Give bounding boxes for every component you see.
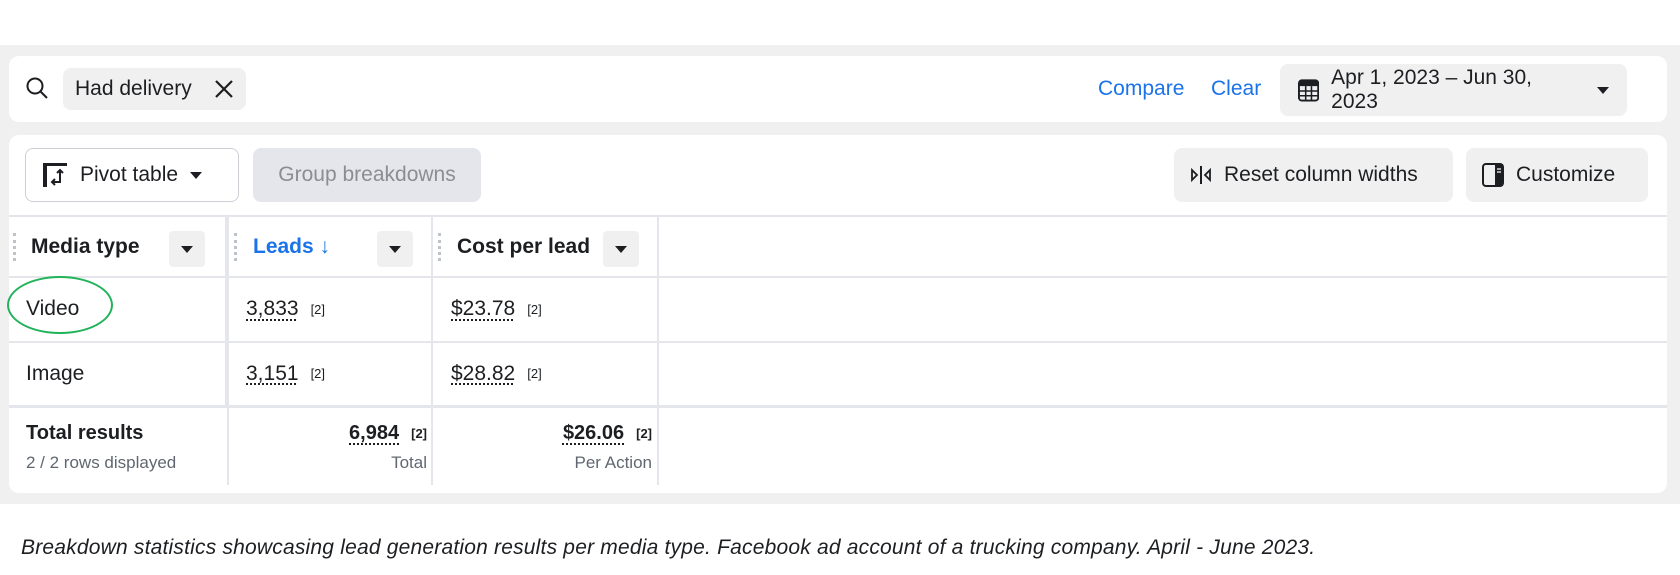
row-image-leads: 3,151 [2] — [246, 342, 325, 405]
clear-link[interactable]: Clear — [1211, 77, 1261, 101]
leads-value[interactable]: 3,151 — [246, 362, 299, 386]
total-leads-value[interactable]: 6,984 — [349, 422, 399, 445]
compare-link[interactable]: Compare — [1098, 77, 1184, 101]
total-leads-sub: Total — [391, 453, 427, 472]
footnote[interactable]: [2] — [411, 426, 427, 441]
search-icon[interactable] — [25, 76, 49, 100]
filter-bar: Had delivery Compare Clear Apr 1, 2023 –… — [9, 56, 1667, 122]
customize-button[interactable]: Customize — [1466, 148, 1648, 202]
row-video-cpl: $23.78 [2] — [451, 277, 542, 341]
column-divider — [431, 215, 433, 485]
chevron-down-icon — [181, 245, 193, 253]
chevron-down-icon — [389, 245, 401, 253]
caption: Breakdown statistics showcasing lead gen… — [21, 536, 1316, 559]
date-range-label: Apr 1, 2023 – Jun 30, 2023 — [1331, 66, 1532, 113]
footnote[interactable]: [2] — [311, 302, 325, 317]
footnote[interactable]: [2] — [311, 366, 325, 381]
reset-column-widths-button[interactable]: Reset column widths — [1174, 148, 1453, 202]
column-header-media-type[interactable]: Media type — [31, 216, 140, 277]
row-video-leads: 3,833 [2] — [246, 277, 325, 341]
pivot-table-dropdown[interactable]: Pivot table — [25, 148, 239, 202]
close-icon[interactable] — [214, 79, 234, 99]
filter-chip-label: Had delivery — [75, 77, 192, 100]
total-cpl: $26.06 [2] — [563, 422, 652, 445]
pivot-table-card: Pivot table Group breakdowns Reset colum… — [7, 135, 1667, 493]
total-results-label: Total results — [26, 422, 144, 444]
column-menu-button[interactable] — [603, 231, 639, 267]
group-breakdowns-label: Group breakdowns — [278, 163, 456, 186]
drag-handle-icon[interactable] — [13, 233, 16, 261]
drag-handle-icon[interactable] — [234, 233, 237, 261]
total-cpl-sub: Per Action — [574, 453, 653, 472]
row-image-cpl: $28.82 [2] — [451, 342, 542, 405]
column-divider — [225, 215, 229, 405]
column-header-leads[interactable]: Leads ↓ — [253, 216, 330, 277]
total-leads: 6,984 [2] — [349, 422, 427, 445]
filter-chip[interactable]: Had delivery — [63, 68, 246, 110]
calendar-icon — [1298, 79, 1320, 102]
column-resize-icon — [1191, 166, 1211, 184]
row-video-media: Video — [26, 297, 80, 320]
pivot-table-label: Pivot table — [80, 163, 179, 186]
rows-displayed: 2 / 2 rows displayed — [26, 453, 177, 472]
pivot-icon — [43, 163, 67, 187]
divider — [9, 405, 1667, 408]
cpl-value[interactable]: $23.78 — [451, 297, 515, 321]
column-divider — [227, 405, 229, 485]
chevron-down-icon — [615, 245, 627, 253]
footnote[interactable]: [2] — [527, 366, 541, 381]
columns-panel-icon — [1482, 163, 1504, 187]
row-image-media: Image — [26, 361, 85, 385]
column-menu-button[interactable] — [377, 231, 413, 267]
column-header-cost-per-lead[interactable]: Cost per lead — [457, 216, 590, 277]
leads-value[interactable]: 3,833 — [246, 297, 299, 321]
chevron-down-icon — [190, 171, 203, 179]
customize-label: Customize — [1516, 163, 1616, 186]
chevron-down-icon — [1597, 86, 1609, 94]
footnote[interactable]: [2] — [636, 426, 652, 441]
drag-handle-icon[interactable] — [438, 233, 441, 261]
column-menu-button[interactable] — [169, 231, 205, 267]
total-cpl-value[interactable]: $26.06 — [563, 422, 624, 445]
footnote[interactable]: [2] — [527, 302, 541, 317]
group-breakdowns-button[interactable]: Group breakdowns — [253, 148, 481, 202]
column-divider — [657, 215, 659, 485]
cpl-value[interactable]: $28.82 — [451, 362, 515, 386]
date-range-picker[interactable]: Apr 1, 2023 – Jun 30, 2023 — [1280, 64, 1627, 116]
reset-column-widths-label: Reset column widths — [1224, 163, 1418, 186]
